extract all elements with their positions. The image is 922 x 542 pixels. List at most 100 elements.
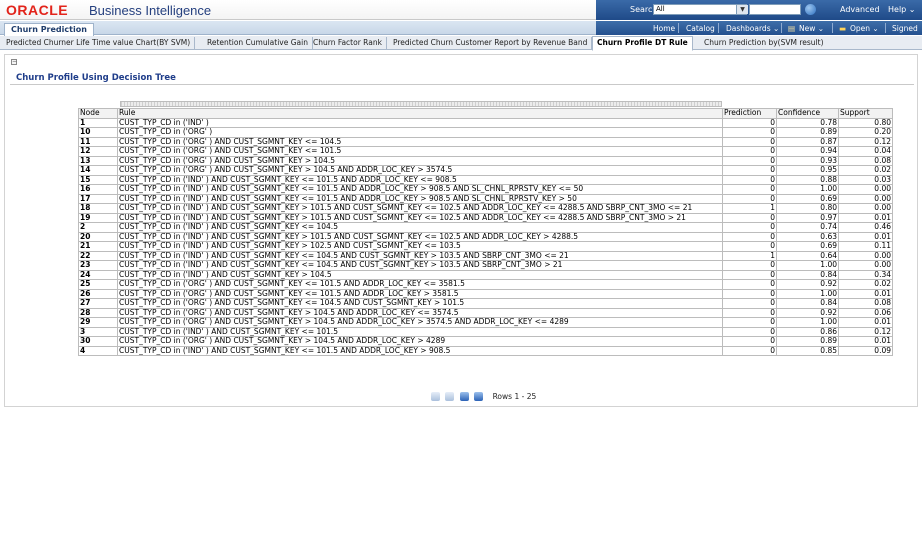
cell-rule: CUST_TYP_CD in ('ORG' ): [117, 127, 723, 138]
cell-node: 23: [78, 260, 118, 271]
cell-confidence: 0.86: [776, 326, 839, 337]
search-input[interactable]: [749, 4, 801, 15]
dashboards-menu[interactable]: Dashboards ⌄: [726, 24, 779, 33]
home-link[interactable]: Home: [653, 24, 675, 33]
search-scope-select[interactable]: All: [653, 4, 747, 15]
tab-churn-profile-dt-rule[interactable]: Churn Profile DT Rule: [592, 36, 693, 51]
nav-divider: [781, 23, 782, 33]
cell-node: 30: [78, 336, 118, 347]
cell-rule: CUST_TYP_CD in ('IND' ) AND CUST_SGMNT_K…: [117, 269, 723, 280]
product-name: Business Intelligence: [89, 3, 212, 18]
signed-in-menu[interactable]: Signed: [892, 24, 918, 33]
previous-page-icon[interactable]: [445, 391, 455, 401]
catalog-link[interactable]: Catalog: [686, 24, 715, 33]
nav-divider: [718, 23, 719, 33]
cell-confidence: 0.89: [776, 336, 839, 347]
table-row: 22 CUST_TYP_CD in ('IND' ) AND CUST_SGMNT…: [78, 250, 893, 261]
cell-node: 22: [78, 250, 118, 261]
cell-confidence: 0.87: [776, 136, 839, 147]
cell-confidence: 0.69: [776, 193, 839, 204]
first-page-icon[interactable]: [431, 391, 440, 401]
pager: Rows 1 - 25: [431, 391, 536, 401]
table-row: 21 CUST_TYP_CD in ('IND' ) AND CUST_SGMNT…: [78, 241, 893, 252]
column-resize-handle[interactable]: [120, 101, 722, 107]
search-go-icon[interactable]: [805, 4, 816, 15]
cell-node: 10: [78, 127, 118, 138]
global-nav: Home Catalog Dashboards ⌄ ▤ New ⌄ ▬ Open…: [596, 21, 922, 35]
last-page-icon[interactable]: [474, 391, 484, 401]
cell-support: 0.01: [838, 317, 893, 328]
cell-prediction: 0: [722, 165, 777, 176]
cell-confidence: 0.89: [776, 127, 839, 138]
tab-predicted-churner-ltv[interactable]: Predicted Churner Life Time value Chart(…: [2, 37, 196, 50]
cell-prediction: 1: [722, 250, 777, 261]
cell-rule: CUST_TYP_CD in ('IND' ) AND CUST_SGMNT_K…: [117, 222, 723, 233]
cell-node: 11: [78, 136, 118, 147]
cell-support: 0.04: [838, 146, 893, 157]
cell-confidence: 0.80: [776, 203, 839, 214]
cell-node: 26: [78, 288, 118, 299]
tab-predicted-churn-report[interactable]: Predicted Churn Customer Report by Reven…: [389, 37, 593, 50]
cell-rule: CUST_TYP_CD in ('IND' ) AND CUST_SGMNT_K…: [117, 345, 723, 356]
table-row: 1 CUST_TYP_CD in ('IND' ) 0 0.78 0.80: [78, 117, 893, 128]
tab-retention-cumulative-gain[interactable]: Retention Cumulative Gain: [203, 37, 313, 50]
cell-support: 0.01: [838, 212, 893, 223]
cell-prediction: 0: [722, 117, 777, 128]
folder-icon[interactable]: ▬: [839, 24, 846, 33]
cell-prediction: 0: [722, 241, 777, 252]
tab-churn-factor-rank[interactable]: Churn Factor Rank: [309, 37, 387, 50]
cell-rule: CUST_TYP_CD in ('ORG' ) AND CUST_SGMNT_K…: [117, 298, 723, 309]
collapse-icon[interactable]: −: [11, 59, 17, 65]
cell-support: 0.02: [838, 165, 893, 176]
cell-support: 0.00: [838, 260, 893, 271]
table-row: 28 CUST_TYP_CD in ('ORG' ) AND CUST_SGMNT…: [78, 307, 893, 318]
cell-rule: CUST_TYP_CD in ('ORG' ) AND CUST_SGMNT_K…: [117, 136, 723, 147]
table-row: 26 CUST_TYP_CD in ('ORG' ) AND CUST_SGMNT…: [78, 288, 893, 299]
help-menu[interactable]: Help ⌄: [888, 5, 915, 14]
table-row: 12 CUST_TYP_CD in ('ORG' ) AND CUST_SGMNT…: [78, 146, 893, 157]
advanced-link[interactable]: Advanced: [840, 5, 880, 14]
cell-node: 13: [78, 155, 118, 166]
cell-rule: CUST_TYP_CD in ('IND' ) AND CUST_SGMNT_K…: [117, 212, 723, 223]
cell-confidence: 0.95: [776, 165, 839, 176]
cell-prediction: 0: [722, 231, 777, 242]
next-page-icon[interactable]: [459, 391, 469, 401]
cell-support: 0.00: [838, 193, 893, 204]
tab-churn-prediction-svm[interactable]: Churn Prediction by(SVM result): [700, 37, 828, 50]
cell-node: 27: [78, 298, 118, 309]
cell-rule: CUST_TYP_CD in ('IND' ) AND CUST_SGMNT_K…: [117, 250, 723, 261]
rows-range-text: Rows 1 - 25: [492, 391, 537, 401]
table-header-row: Node Rule Prediction Confidence Support: [78, 108, 893, 119]
cell-confidence: 1.00: [776, 317, 839, 328]
table-row: 14 CUST_TYP_CD in ('ORG' ) AND CUST_SGMNT…: [78, 165, 893, 176]
header-rule[interactable]: Rule: [117, 108, 723, 119]
cell-prediction: 0: [722, 212, 777, 223]
header-confidence[interactable]: Confidence: [776, 108, 839, 119]
table-row: 30 CUST_TYP_CD in ('ORG' ) AND CUST_SGMNT…: [78, 336, 893, 347]
header-prediction[interactable]: Prediction: [722, 108, 777, 119]
new-menu[interactable]: New ⌄: [799, 24, 824, 33]
cell-rule: CUST_TYP_CD in ('IND' ) AND CUST_SGMNT_K…: [117, 174, 723, 185]
section-divider: [10, 84, 914, 85]
new-icon[interactable]: ▤: [788, 24, 795, 33]
cell-prediction: 0: [722, 298, 777, 309]
cell-prediction: 0: [722, 326, 777, 337]
cell-support: 0.46: [838, 222, 893, 233]
table-row: 23 CUST_TYP_CD in ('IND' ) AND CUST_SGMNT…: [78, 260, 893, 271]
cell-confidence: 0.94: [776, 146, 839, 157]
oracle-logo: ORACLE: [6, 2, 69, 18]
cell-prediction: 0: [722, 174, 777, 185]
cell-confidence: 0.78: [776, 117, 839, 128]
cell-support: 0.00: [838, 203, 893, 214]
cell-support: 0.00: [838, 250, 893, 261]
cell-prediction: 0: [722, 184, 777, 195]
chevron-down-icon[interactable]: ▼: [736, 5, 748, 14]
cell-rule: CUST_TYP_CD in ('ORG' ) AND CUST_SGMNT_K…: [117, 155, 723, 166]
nav-divider: [678, 23, 679, 33]
table-row: 10 CUST_TYP_CD in ('ORG' ) 0 0.89 0.20: [78, 127, 893, 138]
app-tab-churn-prediction[interactable]: Churn Prediction: [4, 23, 94, 36]
header-support[interactable]: Support: [838, 108, 893, 119]
cell-support: 0.20: [838, 127, 893, 138]
header-node[interactable]: Node: [78, 108, 118, 119]
open-menu[interactable]: Open ⌄: [850, 24, 879, 33]
